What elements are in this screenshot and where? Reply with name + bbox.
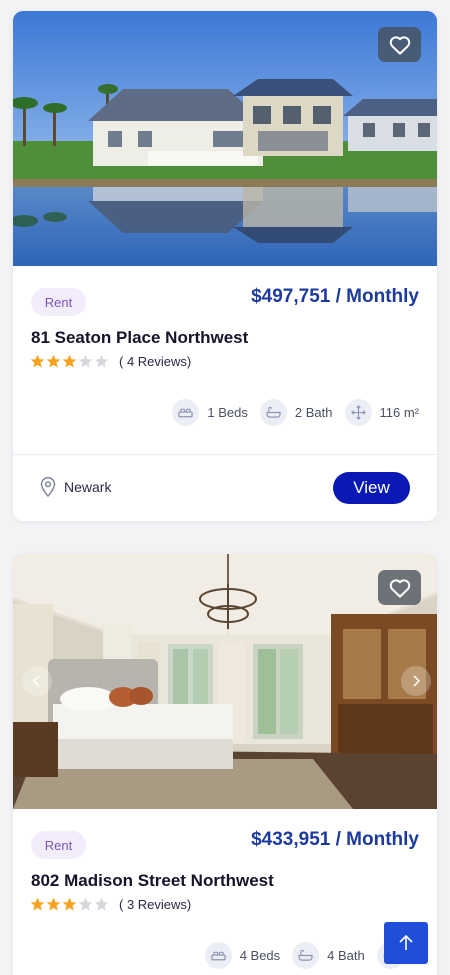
star-icon xyxy=(94,897,109,910)
property-features: 1 Beds 2 Bath 116 m² xyxy=(160,399,419,426)
location: Newark xyxy=(40,477,111,497)
next-image-button[interactable] xyxy=(401,666,431,696)
price: $433,951 / Monthly xyxy=(251,829,419,850)
area-icon xyxy=(344,399,372,426)
star-icon xyxy=(94,354,109,367)
star-icon xyxy=(46,354,61,367)
beds-feature: 1 Beds xyxy=(172,399,248,426)
bath-icon xyxy=(259,399,287,426)
status-badge: Rent xyxy=(31,288,86,316)
reviews-count: ( 4 Reviews) xyxy=(119,353,192,369)
location-pin-icon xyxy=(40,477,56,497)
heart-icon xyxy=(389,578,410,598)
property-image[interactable] xyxy=(13,11,437,266)
property-card: Rent $497,751 / Monthly 81 Seaton Place … xyxy=(13,11,437,521)
rating: ( 4 Reviews) xyxy=(30,353,191,369)
previous-image-button[interactable] xyxy=(22,666,52,696)
scroll-to-top-button[interactable] xyxy=(384,922,428,964)
favorite-button[interactable] xyxy=(378,27,421,62)
view-button[interactable]: View xyxy=(333,472,410,504)
waterfront-houses-photo xyxy=(13,11,437,266)
bath-feature: 4 Bath xyxy=(292,942,365,969)
beds-count: 1 Beds xyxy=(207,405,248,420)
property-details: Rent $433,951 / Monthly 802 Madison Stre… xyxy=(13,809,437,975)
bedroom-photo xyxy=(13,554,437,809)
bath-icon xyxy=(292,942,320,969)
beds-feature: 4 Beds xyxy=(204,942,281,969)
beds-count: 4 Beds xyxy=(239,948,281,963)
price: $497,751 / Monthly xyxy=(251,286,419,307)
star-icon xyxy=(78,897,93,910)
status-badge: Rent xyxy=(31,831,86,859)
property-card: Rent $433,951 / Monthly 802 Madison Stre… xyxy=(13,554,437,975)
rating: ( 3 Reviews) xyxy=(30,896,191,912)
property-details: Rent $497,751 / Monthly 81 Seaton Place … xyxy=(13,266,437,456)
chevron-right-icon xyxy=(413,675,421,687)
bed-icon xyxy=(172,399,200,426)
star-icon xyxy=(78,354,93,367)
arrow-up-icon xyxy=(399,934,413,950)
star-icon xyxy=(62,354,77,367)
property-image[interactable] xyxy=(13,554,437,809)
bed-icon xyxy=(204,942,232,969)
property-title[interactable]: 802 Madison Street Northwest xyxy=(31,871,274,891)
reviews-count: ( 3 Reviews) xyxy=(119,896,192,912)
area-feature: 116 m² xyxy=(344,399,420,426)
star-icon xyxy=(30,897,45,910)
chevron-left-icon xyxy=(32,675,40,687)
area-size: 116 m² xyxy=(379,405,420,420)
bath-feature: 2 Bath xyxy=(259,399,333,426)
bath-count: 4 Bath xyxy=(327,948,365,963)
location-text: Newark xyxy=(64,479,112,495)
star-icon xyxy=(46,897,61,910)
star-icon xyxy=(30,354,45,367)
heart-icon xyxy=(389,35,410,55)
property-title[interactable]: 81 Seaton Place Northwest xyxy=(31,328,248,348)
bath-count: 2 Bath xyxy=(294,405,333,420)
star-icon xyxy=(62,897,77,910)
card-footer: Newark View xyxy=(13,455,437,521)
favorite-button[interactable] xyxy=(378,570,421,605)
